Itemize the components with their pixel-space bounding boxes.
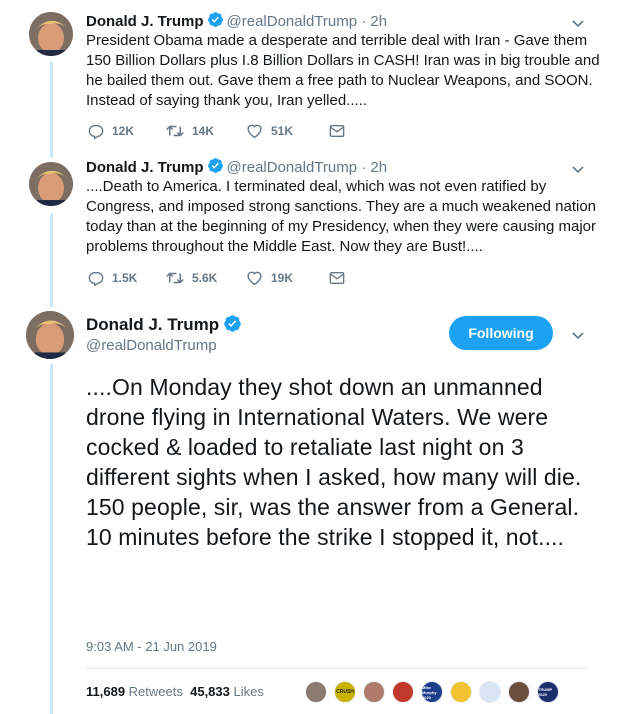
liker-avatar[interactable] — [305, 681, 327, 703]
divider — [86, 668, 588, 669]
following-button[interactable]: Following — [449, 316, 553, 350]
tweet-text: ....On Monday they shot down an unmanned… — [86, 374, 582, 550]
liker-avatar[interactable]: TRUMP 2020 — [537, 681, 559, 703]
author-handle[interactable]: @realDonaldTrump — [86, 336, 217, 356]
avatar[interactable] — [26, 311, 74, 359]
liker-avatar[interactable] — [479, 681, 501, 703]
liker-avatars: CRUSH Mike Murphy 2020 TRUMP 2020 — [305, 681, 566, 705]
main-tweet: Donald J. Trump @realDonaldTrump Followi… — [0, 0, 620, 714]
verified-badge-icon — [224, 315, 241, 332]
liker-avatar[interactable]: Mike Murphy 2020 — [421, 681, 443, 703]
retweets-stat[interactable]: 11,689 Retweets — [86, 684, 183, 699]
liker-avatar[interactable] — [508, 681, 530, 703]
liker-avatar[interactable] — [392, 681, 414, 703]
engagement-stats: 11,689 Retweets 45,833 Likes — [86, 683, 264, 701]
liker-avatar[interactable] — [450, 681, 472, 703]
liker-avatar[interactable]: CRUSH — [334, 681, 356, 703]
likes-stat[interactable]: 45,833 Likes — [190, 684, 264, 699]
chevron-down-icon[interactable] — [570, 327, 586, 343]
author-name[interactable]: Donald J. Trump — [86, 315, 219, 334]
liker-avatar[interactable] — [363, 681, 385, 703]
tweet-timestamp[interactable]: 9:03 AM - 21 Jun 2019 — [86, 638, 217, 656]
